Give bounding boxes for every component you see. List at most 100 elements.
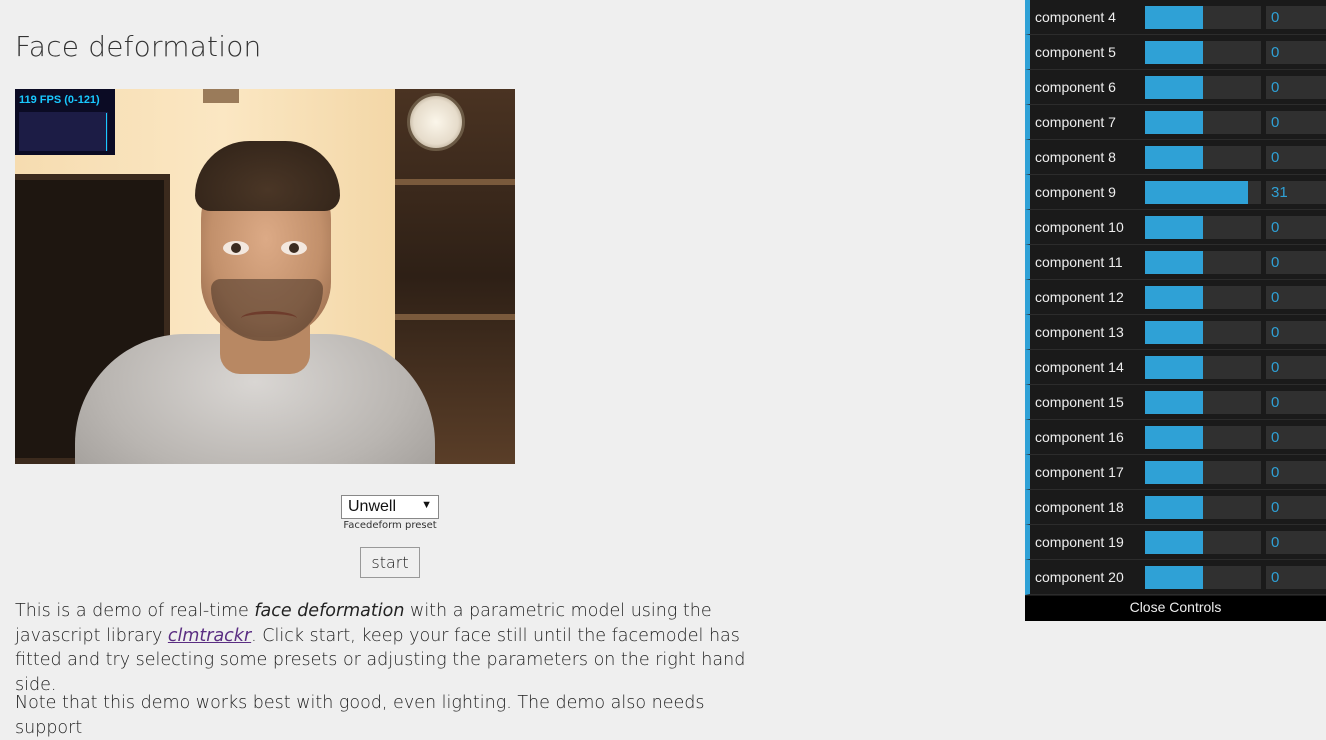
component-slider-fill [1145, 251, 1203, 274]
component-slider-row: component 11 0 [1025, 245, 1326, 280]
person-hair [195, 141, 340, 211]
component-label: component 16 [1035, 429, 1124, 445]
component-slider[interactable] [1145, 251, 1261, 274]
component-slider-row: component 8 0 [1025, 140, 1326, 175]
component-slider[interactable] [1145, 356, 1261, 379]
component-slider[interactable] [1145, 531, 1261, 554]
component-value-input[interactable]: 0 [1266, 41, 1326, 64]
component-slider[interactable] [1145, 216, 1261, 239]
component-slider-fill [1145, 496, 1203, 519]
component-slider-fill [1145, 181, 1249, 204]
component-value-input[interactable]: 0 [1266, 111, 1326, 134]
note-paragraph: Note that this demo works best with good… [15, 693, 705, 738]
wall-clock [407, 93, 465, 151]
component-value-input[interactable]: 0 [1266, 531, 1326, 554]
component-slider[interactable] [1145, 286, 1261, 309]
shelf-board [395, 179, 515, 185]
component-slider-row: component 5 0 [1025, 35, 1326, 70]
component-label: component 11 [1035, 254, 1123, 270]
component-label: component 4 [1035, 9, 1116, 25]
component-label: component 6 [1035, 79, 1116, 95]
preset-select[interactable]: Unwell ▼ [341, 495, 439, 519]
component-label: component 10 [1035, 219, 1124, 235]
component-slider[interactable] [1145, 496, 1261, 519]
component-slider[interactable] [1145, 461, 1261, 484]
component-value-input[interactable]: 0 [1266, 426, 1326, 449]
start-button[interactable]: start [360, 547, 420, 578]
component-slider-row: component 19 0 [1025, 525, 1326, 560]
component-label: component 14 [1035, 359, 1124, 375]
wall-hook [203, 89, 239, 103]
component-slider[interactable] [1145, 391, 1261, 414]
shelf-board [395, 314, 515, 320]
person-eye-left [223, 241, 249, 255]
component-slider[interactable] [1145, 76, 1261, 99]
component-value-input[interactable]: 0 [1266, 496, 1326, 519]
component-slider[interactable] [1145, 41, 1261, 64]
component-value-input[interactable]: 0 [1266, 76, 1326, 99]
component-value-input[interactable]: 0 [1266, 461, 1326, 484]
description-text: This is a demo of real-time [15, 601, 255, 621]
component-value-input[interactable]: 0 [1266, 216, 1326, 239]
person-mouth [241, 311, 297, 326]
component-slider-fill [1145, 216, 1203, 239]
description-paragraph: This is a demo of real-time face deforma… [15, 599, 775, 697]
component-slider-fill [1145, 356, 1203, 379]
component-value-input[interactable]: 0 [1266, 251, 1326, 274]
component-slider-fill [1145, 111, 1203, 134]
component-value-input[interactable]: 0 [1266, 146, 1326, 169]
component-label: component 13 [1035, 324, 1124, 340]
component-label: component 8 [1035, 149, 1116, 165]
component-slider-fill [1145, 461, 1203, 484]
component-slider-fill [1145, 531, 1203, 554]
component-slider[interactable] [1145, 111, 1261, 134]
component-value-input[interactable]: 0 [1266, 286, 1326, 309]
fps-label: 119 FPS (0-121) [19, 94, 100, 106]
component-slider-row: component 10 0 [1025, 210, 1326, 245]
component-label: component 9 [1035, 184, 1116, 200]
component-slider-row: component 20 0 [1025, 560, 1326, 595]
component-slider[interactable] [1145, 181, 1261, 204]
component-label: component 15 [1035, 394, 1124, 410]
component-slider[interactable] [1145, 6, 1261, 29]
component-label: component 20 [1035, 569, 1124, 585]
component-slider-row: component 17 0 [1025, 455, 1326, 490]
component-slider[interactable] [1145, 321, 1261, 344]
component-label: component 19 [1035, 534, 1124, 550]
component-slider-fill [1145, 426, 1203, 449]
component-slider-fill [1145, 321, 1203, 344]
component-value-input[interactable]: 0 [1266, 321, 1326, 344]
fps-stats-panel[interactable]: 119 FPS (0-121) [15, 89, 115, 155]
component-slider[interactable] [1145, 426, 1261, 449]
component-label: component 12 [1035, 289, 1124, 305]
component-label: component 7 [1035, 114, 1116, 130]
component-slider-fill [1145, 76, 1203, 99]
close-controls-button[interactable]: Close Controls [1025, 596, 1326, 621]
component-value-input[interactable]: 0 [1266, 6, 1326, 29]
component-slider-row: component 14 0 [1025, 350, 1326, 385]
person-eye-right [281, 241, 307, 255]
dropdown-arrow-icon: ▼ [421, 499, 432, 511]
component-value-input[interactable]: 0 [1266, 391, 1326, 414]
component-label: component 17 [1035, 464, 1124, 480]
description-emphasis: face deformation [254, 601, 405, 621]
component-value-input[interactable]: 31 [1266, 181, 1326, 204]
component-label: component 5 [1035, 44, 1116, 60]
component-slider[interactable] [1145, 146, 1261, 169]
component-value-input[interactable]: 0 [1266, 356, 1326, 379]
component-label: component 18 [1035, 499, 1124, 515]
component-slider-row: component 13 0 [1025, 315, 1326, 350]
component-slider-fill [1145, 41, 1203, 64]
component-slider-row: component 7 0 [1025, 105, 1326, 140]
component-slider[interactable] [1145, 566, 1261, 589]
component-value-input[interactable]: 0 [1266, 566, 1326, 589]
fps-graph-bar [106, 113, 107, 151]
preset-caption: Facedeform preset [343, 520, 437, 531]
component-slider-row: component 6 0 [1025, 70, 1326, 105]
component-slider-fill [1145, 6, 1203, 29]
clmtrackr-link[interactable]: clmtrackr [168, 626, 251, 646]
page-title: Face deformation [15, 30, 262, 63]
component-slider-row: component 15 0 [1025, 385, 1326, 420]
component-slider-row: component 4 0 [1025, 0, 1326, 35]
component-slider-fill [1145, 391, 1203, 414]
